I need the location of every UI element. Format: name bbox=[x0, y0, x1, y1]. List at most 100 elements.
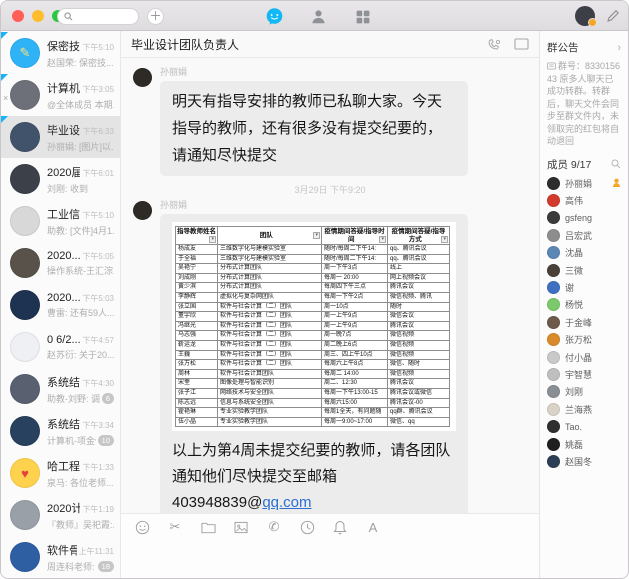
table-row: 张立国 软件与社会计算（二）团队 周一10点 随时 bbox=[176, 302, 450, 312]
chat-list-item[interactable]: 软件骨... 上午11:31 周连科老师: 下... 18 bbox=[1, 536, 120, 578]
search-input[interactable] bbox=[57, 8, 139, 25]
screen-share-icon[interactable] bbox=[514, 38, 529, 50]
member-name: 沈晶 bbox=[565, 246, 583, 259]
member-row[interactable]: 高伟 bbox=[547, 192, 621, 209]
member-row[interactable]: 赵国冬 bbox=[547, 453, 621, 470]
member-row[interactable]: gsfeng bbox=[547, 209, 621, 226]
chat-list-item[interactable]: 2020... 下午5:03 曹雷: 还有59人... bbox=[1, 284, 120, 326]
chat-list-item[interactable]: 0 6/2... 下午4:57 赵苏衍: 关于20... bbox=[1, 326, 120, 368]
app-window: ＋ × bbox=[0, 0, 629, 579]
member-row[interactable]: Tao. bbox=[547, 418, 621, 435]
member-search-icon[interactable] bbox=[611, 159, 621, 169]
search-icon bbox=[64, 12, 73, 21]
close-button[interactable] bbox=[12, 10, 24, 22]
history-icon[interactable] bbox=[299, 519, 315, 535]
send-image-icon[interactable] bbox=[233, 519, 249, 535]
chat-preview: 曹雷: 还有59人... bbox=[47, 306, 114, 319]
send-file-icon[interactable] bbox=[200, 519, 216, 535]
chat-pane: 毕业设计团队负责人 孙丽娟 明天有指导安排的教师已私聊大家。今天指导的教师，还有… bbox=[121, 31, 539, 579]
table-row: 王巍 软件与社会计算（二）团队 周三、四上午10点 微信视频 bbox=[176, 350, 450, 360]
my-avatar[interactable] bbox=[575, 6, 595, 26]
teacher-cell: 黄少滨 bbox=[176, 283, 218, 293]
team-cell: 分布式计算团队 bbox=[218, 264, 322, 274]
table-row: 伍小晶 专业实验教学团队 每周一9:00~17:00 微信、qq bbox=[176, 417, 450, 427]
member-avatar bbox=[547, 246, 560, 259]
member-name: 三微 bbox=[565, 264, 583, 277]
table-body: 杨成友 三维数字化与建模实验室 随时/每周二下午14: qq、腾讯会议 于全福 bbox=[176, 245, 450, 427]
sender-avatar[interactable] bbox=[133, 68, 152, 87]
status-busy-badge bbox=[588, 18, 597, 27]
chat-time: 下午5:10 bbox=[82, 42, 114, 53]
member-row[interactable]: 于金峰 bbox=[547, 314, 621, 331]
chat-list-item[interactable]: ♥ 哈工程... 下午1:33 泉马: 各位老师... bbox=[1, 452, 120, 494]
chat-time: 下午5:03 bbox=[82, 293, 114, 304]
chat-avatar bbox=[10, 500, 40, 530]
member-row[interactable]: 孙丽娟 bbox=[547, 175, 621, 192]
time-cell: 每周六15:00 bbox=[322, 398, 388, 408]
member-name: 付小晶 bbox=[565, 351, 592, 364]
member-row[interactable]: 杨悦 bbox=[547, 296, 621, 313]
call-icon[interactable]: ✆ bbox=[266, 519, 282, 535]
member-name: 张万松 bbox=[565, 333, 592, 346]
teacher-cell: 陈志远 bbox=[176, 398, 218, 408]
minimize-button[interactable] bbox=[32, 10, 44, 22]
compose-icon[interactable] bbox=[606, 9, 620, 23]
emoji-icon[interactable] bbox=[134, 519, 150, 535]
team-cell: 三维数字化与建模实验室 bbox=[218, 245, 322, 255]
announcement-header[interactable]: 群公告 › bbox=[547, 40, 621, 55]
chat-list-sidebar: × ✎ 保密技... 下午5:10 赵国 bbox=[1, 31, 121, 579]
message-input[interactable] bbox=[134, 535, 526, 571]
method-cell: 微信、qq bbox=[388, 417, 450, 427]
screenshot-scissors-icon[interactable]: ✂ bbox=[167, 519, 183, 535]
chat-list-item[interactable]: 2020... 下午5:05 操作系统-王汇淙... bbox=[1, 242, 120, 284]
announcement-body[interactable]: 群号：833015643 原多人聊天已成功转群。转群后，聊天文件会同步至群文件内… bbox=[547, 60, 621, 148]
member-row[interactable]: 姚磊 bbox=[547, 435, 621, 452]
method-cell: 线上 bbox=[388, 264, 450, 274]
time-cell: 周三、四上午10点 bbox=[322, 350, 388, 360]
method-cell: 微信会议 bbox=[388, 312, 450, 322]
member-row[interactable]: 张万松 bbox=[547, 331, 621, 348]
teacher-cell: 宋奎 bbox=[176, 379, 218, 389]
teacher-cell: 刘成刚 bbox=[176, 273, 218, 283]
contacts-tab-icon[interactable] bbox=[309, 7, 328, 26]
chat-list-item[interactable]: 系统结... 下午3:34 计算机-项金倩:... 10 bbox=[1, 410, 120, 452]
member-row[interactable]: 吕宏武 bbox=[547, 227, 621, 244]
chat-list-item[interactable]: 2020计... 下午1:19 『教师』吴祀霞:... bbox=[1, 494, 120, 536]
chat-list-item[interactable]: ✎ 保密技... 下午5:10 赵国荣: 保密技... bbox=[1, 32, 120, 74]
chat-avatar bbox=[10, 416, 40, 446]
member-row[interactable]: 刘刚 bbox=[547, 383, 621, 400]
member-name: gsfeng bbox=[565, 213, 592, 223]
messages-tab-icon[interactable] bbox=[265, 7, 284, 26]
notification-bell-icon[interactable] bbox=[332, 519, 348, 535]
team-cell: 三维数字化与建模实验室 bbox=[218, 254, 322, 264]
time-cell: 随时/每周二下午14: bbox=[322, 245, 388, 255]
chat-name: 2020... bbox=[47, 250, 80, 262]
chat-list-item[interactable]: 系统结... 下午4:30 助教-刘野: 调换... 6 bbox=[1, 368, 120, 410]
member-row[interactable]: 付小晶 bbox=[547, 348, 621, 365]
table-row: 杨成友 三维数字化与建模实验室 随时/每周二下午14: qq、腾讯会议 bbox=[176, 245, 450, 255]
time-cell: 周一晚7点 bbox=[322, 331, 388, 341]
chat-time: 上午11:31 bbox=[79, 546, 114, 557]
member-avatar bbox=[547, 264, 560, 277]
add-button[interactable]: ＋ bbox=[147, 8, 164, 25]
member-row[interactable]: 兰海燕 bbox=[547, 401, 621, 418]
email-link[interactable]: qq.com bbox=[262, 494, 311, 511]
chevron-right-icon: › bbox=[617, 43, 621, 53]
font-style-icon[interactable]: A bbox=[365, 519, 381, 535]
chat-list-item[interactable]: 2020届... 下午6:01 刘刚: 收到 bbox=[1, 158, 120, 200]
member-row[interactable]: 谢 bbox=[547, 279, 621, 296]
table-row: 张万松 软件与社会计算（二）团队 每周六上午8点 微信、随时 bbox=[176, 360, 450, 370]
video-call-icon[interactable] bbox=[487, 38, 501, 51]
apps-tab-icon[interactable] bbox=[353, 7, 372, 26]
member-row[interactable]: 沈晶 bbox=[547, 244, 621, 261]
member-row[interactable]: 宇智慧 bbox=[547, 366, 621, 383]
close-chat-icon[interactable]: × bbox=[3, 93, 8, 103]
table-image-attachment[interactable]: 指导教师姓名▾ 团队▾ 疫情期间答疑/指导时间▾ 疫情期间答疑/指导方式▾ bbox=[172, 222, 456, 431]
member-row[interactable]: 三微 bbox=[547, 261, 621, 278]
chat-list-item[interactable]: 毕业设... 下午6:33 孙丽娟: [图片]以... bbox=[1, 116, 120, 158]
sender-avatar[interactable] bbox=[133, 201, 152, 220]
teacher-cell: 霍艳琳 bbox=[176, 408, 218, 418]
chat-list-item[interactable]: 计算机... 下午3:05 @全体成员 本期... bbox=[1, 74, 120, 116]
avatar-glyph-icon: ♥ bbox=[21, 466, 29, 481]
chat-list-item[interactable]: 工业信... 下午5:10 助教: [文件]4月1... bbox=[1, 200, 120, 242]
